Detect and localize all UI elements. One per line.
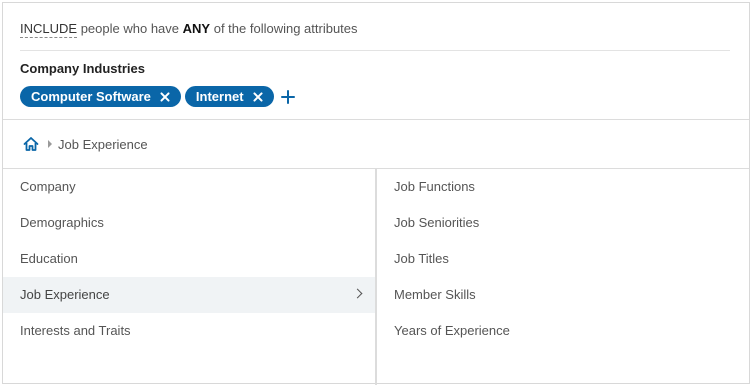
divider — [20, 50, 730, 51]
subcategory-label: Member Skills — [394, 287, 476, 302]
selected-pills: Computer Software Internet — [20, 86, 296, 107]
subcategory-label: Job Titles — [394, 251, 449, 266]
category-browser: Company Demographics Education Job Exper… — [3, 169, 749, 385]
subcategory-label: Years of Experience — [394, 323, 510, 338]
subcategory-item-member-skills[interactable]: Member Skills — [377, 277, 749, 313]
category-list: Company Demographics Education Job Exper… — [3, 169, 375, 385]
breadcrumb: Job Experience — [23, 134, 148, 154]
subcategory-label: Job Seniorities — [394, 215, 480, 230]
pill-computer-software[interactable]: Computer Software — [20, 86, 181, 107]
category-label: Company — [20, 179, 76, 194]
category-item-interests-and-traits[interactable]: Interests and Traits — [3, 313, 375, 349]
category-label: Education — [20, 251, 78, 266]
subcategory-item-job-functions[interactable]: Job Functions — [377, 169, 749, 205]
category-label: Demographics — [20, 215, 104, 230]
subcategory-list: Job Functions Job Seniorities Job Titles… — [377, 169, 749, 385]
audience-criteria-panel: INCLUDE people who have ANY of the follo… — [2, 2, 750, 385]
plus-icon[interactable] — [280, 89, 296, 105]
category-label: Interests and Traits — [20, 323, 131, 338]
category-item-company[interactable]: Company — [3, 169, 375, 205]
criteria-section: INCLUDE people who have ANY of the follo… — [3, 3, 749, 119]
subcategory-item-job-titles[interactable]: Job Titles — [377, 241, 749, 277]
rule-sentence: INCLUDE people who have ANY of the follo… — [20, 21, 358, 38]
category-item-education[interactable]: Education — [3, 241, 375, 277]
pill-internet[interactable]: Internet — [184, 86, 274, 107]
category-label: Job Experience — [20, 287, 110, 302]
rule-text-before: people who have — [80, 21, 180, 36]
breadcrumb-caret-icon — [48, 140, 52, 148]
close-icon[interactable] — [158, 90, 172, 104]
any-quantifier: ANY — [182, 21, 211, 36]
category-item-job-experience[interactable]: Job Experience — [3, 277, 375, 313]
pill-label: Internet — [195, 89, 244, 104]
breadcrumb-current: Job Experience — [58, 136, 148, 152]
pill-label: Computer Software — [31, 89, 151, 104]
close-icon[interactable] — [251, 90, 265, 104]
subcategory-label: Job Functions — [394, 179, 475, 194]
group-title: Company Industries — [20, 61, 145, 76]
rule-text-after: of the following attributes — [213, 21, 358, 36]
chevron-right-icon — [352, 288, 363, 299]
subcategory-item-job-seniorities[interactable]: Job Seniorities — [377, 205, 749, 241]
section-divider — [3, 119, 749, 120]
category-item-demographics[interactable]: Demographics — [3, 205, 375, 241]
home-icon[interactable] — [23, 136, 39, 152]
include-toggle[interactable]: INCLUDE — [20, 21, 78, 38]
subcategory-item-years-of-experience[interactable]: Years of Experience — [377, 313, 749, 349]
